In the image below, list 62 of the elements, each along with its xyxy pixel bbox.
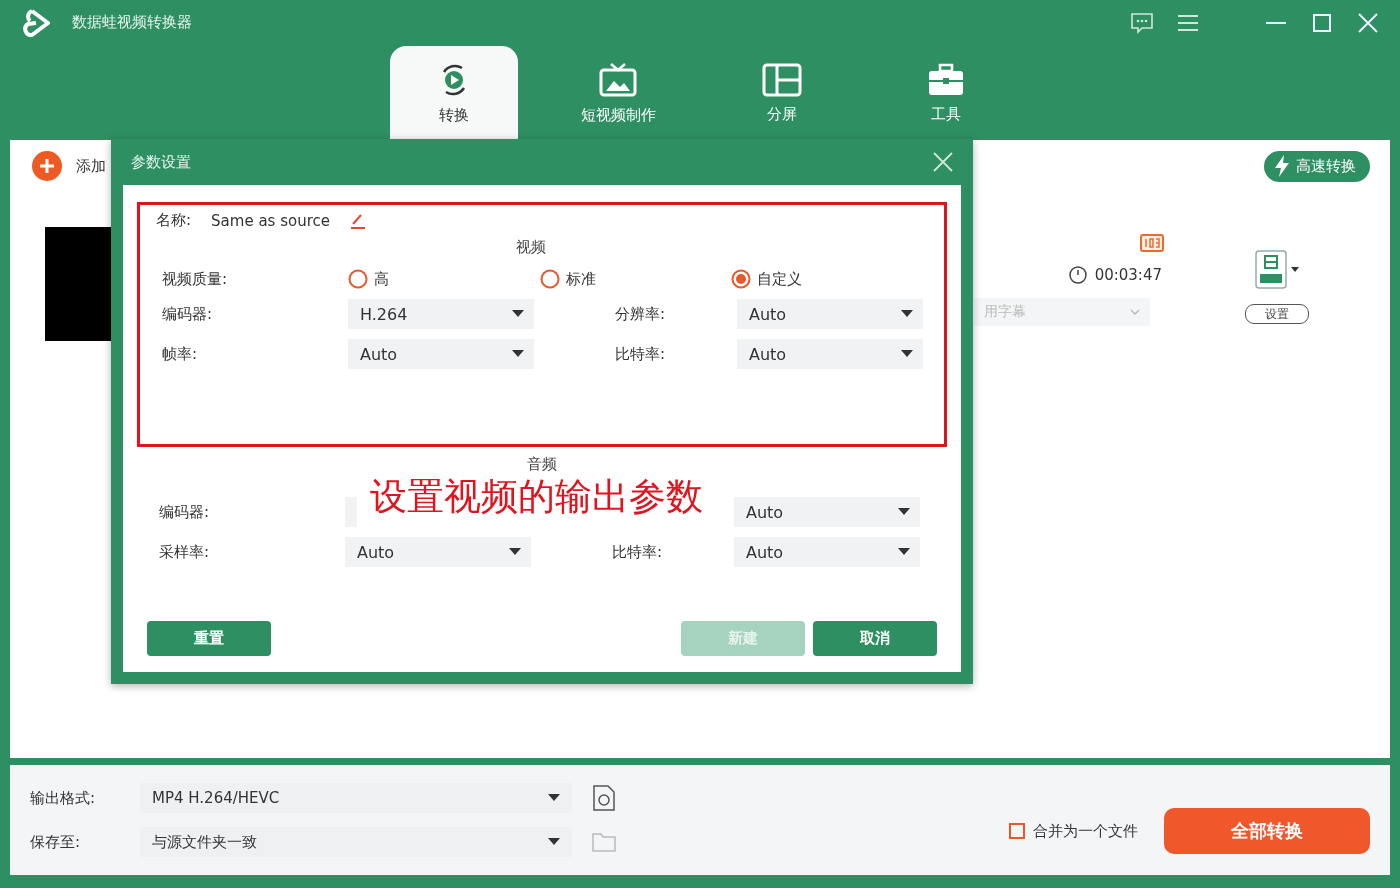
field-label: 编码器: xyxy=(158,502,211,522)
quality-radio[interactable]: 高 xyxy=(348,269,540,289)
caret-icon xyxy=(509,548,521,556)
dialog-button[interactable]: 重置 xyxy=(147,621,271,656)
merge-checkbox[interactable]: 合并为一个文件 xyxy=(1009,821,1138,841)
caret-icon xyxy=(898,508,910,516)
caret-icon xyxy=(901,350,913,358)
caret-icon xyxy=(548,794,560,802)
output-format-dropdown[interactable]: MP4 H.264/HEVC xyxy=(140,783,572,813)
caret-icon xyxy=(898,548,910,556)
id3-tag-icon[interactable] xyxy=(1140,234,1164,252)
close-icon[interactable] xyxy=(1356,10,1380,35)
chevron-icon xyxy=(1130,309,1140,315)
tab[interactable]: 短视频制作 xyxy=(554,46,682,140)
field-label: 比特率: xyxy=(611,542,664,562)
dropdown[interactable]: Auto xyxy=(734,497,920,527)
name-label: 名称: xyxy=(156,211,192,230)
name-value: Same as source xyxy=(211,211,330,230)
caret-icon xyxy=(512,350,524,358)
app-title: 数据蛙视频转换器 xyxy=(72,13,192,32)
quality-radio[interactable]: 自定义 xyxy=(731,269,923,289)
dropdown[interactable]: Auto xyxy=(345,537,531,567)
speed-convert-button[interactable]: 高速转换 xyxy=(1264,150,1370,182)
toolbox-icon xyxy=(927,62,965,97)
dropdown[interactable]: Auto xyxy=(737,299,923,329)
section-heading: 音频 xyxy=(527,455,557,474)
field-label: 分辨率: xyxy=(614,304,667,324)
tab[interactable]: 工具 xyxy=(882,46,1010,140)
field-label: 编码器: xyxy=(161,304,214,324)
dropdown[interactable]: Auto xyxy=(737,339,923,369)
caret-icon xyxy=(901,310,913,318)
duration-text: 00:03:47 xyxy=(1094,266,1162,284)
dropdown[interactable]: Auto xyxy=(734,537,920,567)
save-folder-dropdown[interactable]: 与源文件夹一致 xyxy=(140,827,572,857)
clock-icon xyxy=(1068,266,1087,284)
dropdown[interactable]: Auto xyxy=(348,339,534,369)
tab[interactable]: 转换 xyxy=(390,46,518,140)
lightning-icon xyxy=(1274,155,1290,177)
field-label: 比特率: xyxy=(614,344,667,364)
save-to-label: 保存至: xyxy=(30,832,82,852)
field-label: 帧率: xyxy=(161,344,199,364)
quality-radio[interactable]: 标准 xyxy=(539,269,732,289)
file-format-icon[interactable] xyxy=(1254,250,1300,290)
tab[interactable]: 分屏 xyxy=(718,46,846,140)
caret-icon xyxy=(512,310,524,318)
pencil-icon[interactable] xyxy=(350,212,366,229)
dialog-title: 参数设置 xyxy=(131,152,191,172)
format-settings-icon[interactable] xyxy=(592,785,616,811)
section-heading: 视频 xyxy=(516,238,546,257)
add-file-button[interactable]: 添加 xyxy=(32,151,106,181)
dialog-button[interactable]: 取消 xyxy=(813,621,937,656)
caret-icon xyxy=(548,838,560,846)
settings-button[interactable]: 设置 xyxy=(1245,304,1309,324)
plus-icon xyxy=(32,151,62,181)
feedback-icon[interactable] xyxy=(1130,10,1154,35)
tv-icon xyxy=(598,61,638,98)
output-format-label: 输出格式: xyxy=(30,788,97,808)
split-screen-icon xyxy=(762,62,802,97)
close-icon[interactable] xyxy=(933,152,953,172)
field-label: 采样率: xyxy=(158,542,211,562)
dropdown[interactable]: H.264 xyxy=(348,299,534,329)
field-label: 视频质量: xyxy=(161,269,229,289)
